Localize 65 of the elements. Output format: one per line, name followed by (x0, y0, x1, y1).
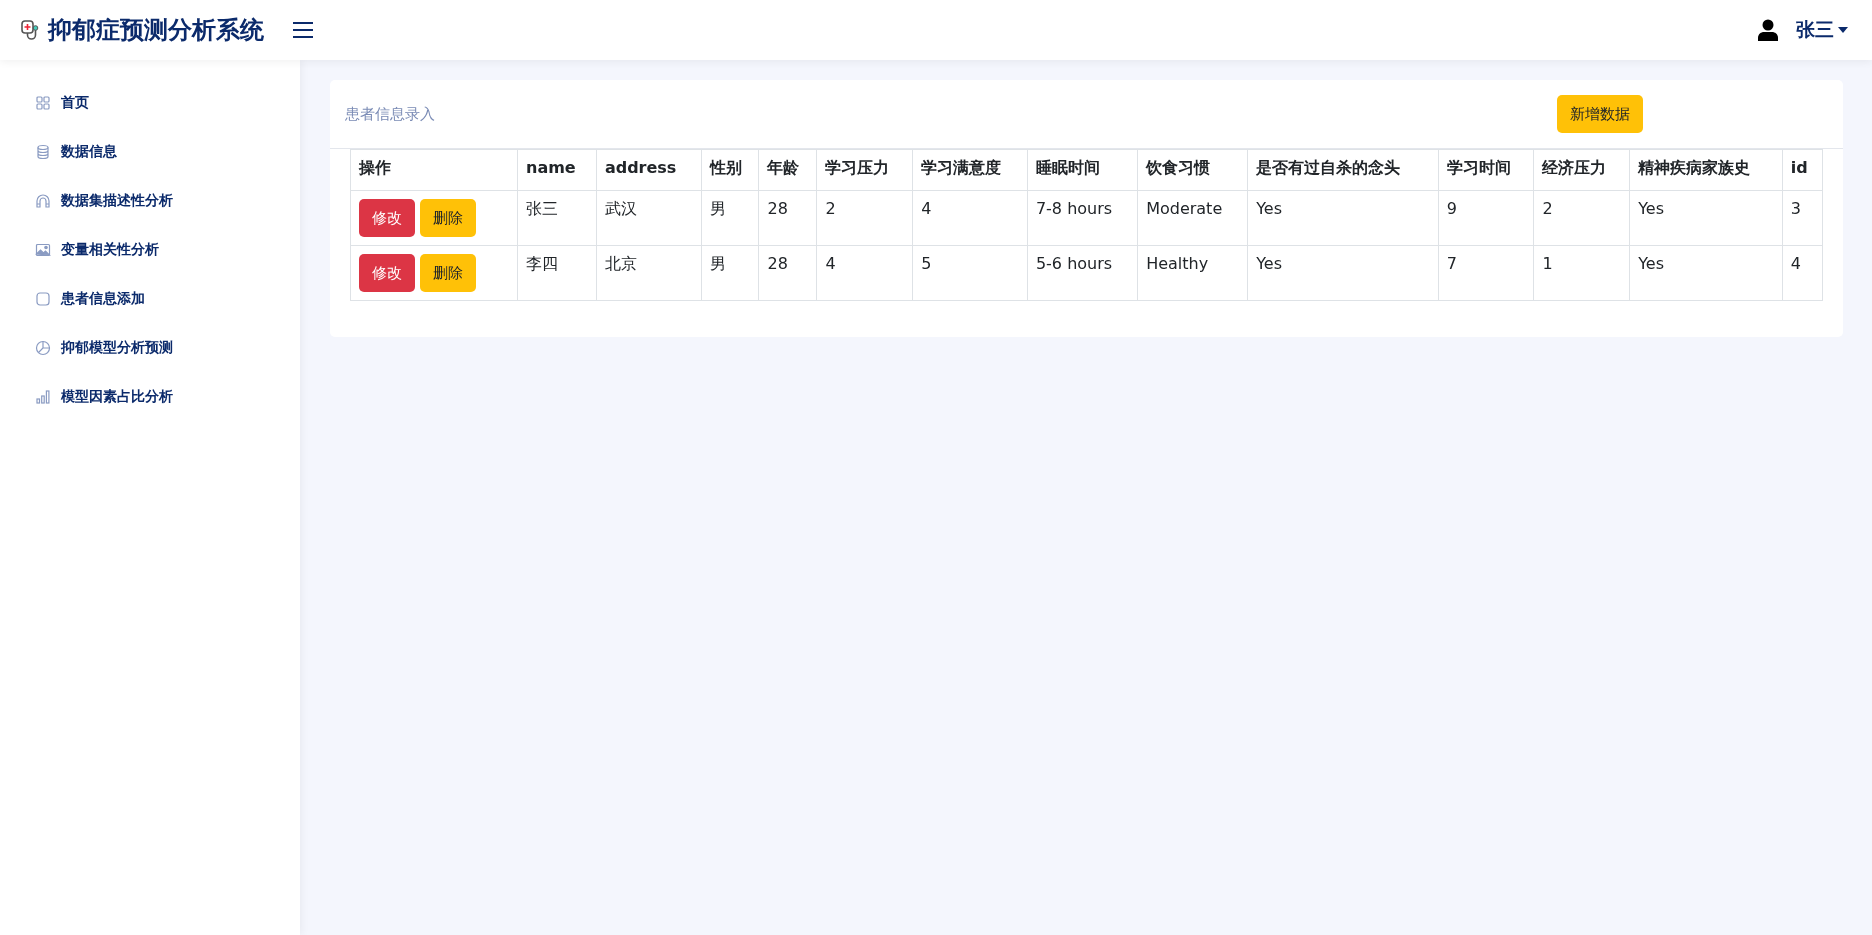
edit-button[interactable]: 修改 (359, 199, 415, 237)
table-cell: 武汉 (596, 190, 702, 246)
sidebar-item[interactable]: 抑郁模型分析预测 (0, 323, 300, 372)
table-cell: Yes (1629, 245, 1783, 301)
table-cell: 2 (1533, 190, 1630, 246)
sidebar-item[interactable]: 首页 (0, 78, 300, 127)
table-cell: Yes (1247, 245, 1439, 301)
column-header: 饮食习惯 (1137, 149, 1248, 191)
grid-icon (35, 94, 51, 111)
sidebar-item[interactable]: 数据信息 (0, 127, 300, 176)
column-header: 精神疾病家族史 (1629, 149, 1783, 191)
sidebar-item[interactable]: 数据集描述性分析 (0, 176, 300, 225)
table-cell: 28 (759, 245, 817, 301)
table-cell: 李四 (517, 245, 597, 301)
column-header: 是否有过自杀的念头 (1247, 149, 1439, 191)
image-icon (35, 241, 51, 258)
column-header: 年龄 (759, 149, 817, 191)
pie-chart-icon (35, 339, 51, 356)
delete-button[interactable]: 删除 (420, 199, 476, 237)
table-cell: 男 (701, 245, 759, 301)
delete-button[interactable]: 删除 (420, 254, 476, 292)
table-cell: 张三 (517, 190, 597, 246)
table-cell: Yes (1247, 190, 1439, 246)
column-header: 学习时间 (1438, 149, 1534, 191)
app-title: 抑郁症预测分析系统 (48, 15, 264, 46)
table-cell: 4 (816, 245, 913, 301)
table-cell: Yes (1629, 190, 1783, 246)
table-cell: 3 (1782, 190, 1823, 246)
table-cell: 5-6 hours (1027, 245, 1138, 301)
table-cell: 4 (1782, 245, 1823, 301)
sidebar-item[interactable]: 患者信息添加 (0, 274, 300, 323)
magnet-icon (35, 192, 51, 209)
sidebar-item[interactable]: 模型因素占比分析 (0, 372, 300, 421)
table-cell: 4 (912, 190, 1028, 246)
table-cell: 5 (912, 245, 1028, 301)
edit-button[interactable]: 修改 (359, 254, 415, 292)
table-cell: 北京 (596, 245, 702, 301)
column-header: 学习满意度 (912, 149, 1028, 191)
column-header: 睡眠时间 (1027, 149, 1138, 191)
table-cell: 男 (701, 190, 759, 246)
column-header: 性别 (701, 149, 759, 191)
database-icon (35, 143, 51, 160)
menu-icon[interactable] (292, 21, 314, 39)
sidebar-item[interactable]: 变量相关性分析 (0, 225, 300, 274)
table-cell: 2 (816, 190, 913, 246)
column-header: address (596, 149, 702, 191)
table-cell: 28 (759, 190, 817, 246)
table-cell: 7 (1438, 245, 1534, 301)
card-title: 患者信息录入 (345, 104, 435, 124)
table-cell: 7-8 hours (1027, 190, 1138, 246)
column-header: name (517, 149, 597, 191)
table-cell: Healthy (1137, 245, 1248, 301)
column-header: 学习压力 (816, 149, 913, 191)
square-icon (35, 290, 51, 307)
table-cell: 1 (1533, 245, 1630, 301)
table-cell: Moderate (1137, 190, 1248, 246)
caret-icon (1838, 27, 1848, 33)
user-menu[interactable]: 张三 (1796, 17, 1848, 43)
user-icon (1758, 19, 1778, 41)
table-cell: 9 (1438, 190, 1534, 246)
column-header: id (1782, 149, 1823, 191)
add-button[interactable]: 新增数据 (1557, 95, 1643, 133)
column-header: 经济压力 (1533, 149, 1630, 191)
column-header: 操作 (350, 149, 518, 191)
bar-chart-icon (35, 388, 51, 405)
